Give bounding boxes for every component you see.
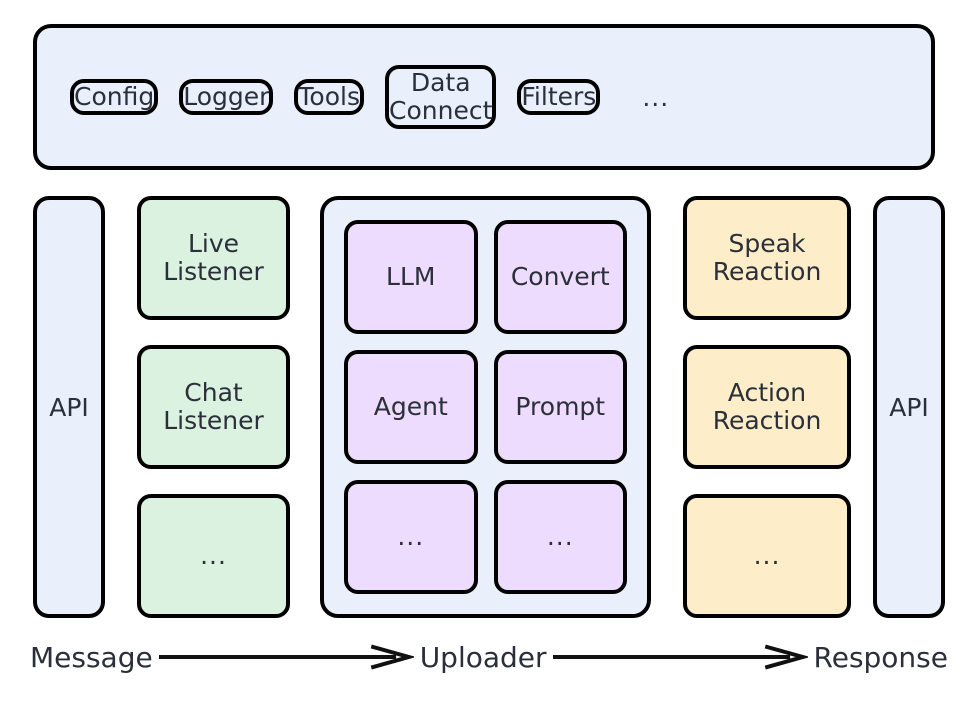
uploader-group: LLM Convert Agent Prompt ... ...: [320, 196, 651, 618]
reaction-label: ...: [753, 541, 781, 570]
flow-start-label: Message: [30, 640, 153, 674]
plugin-chip-label: Data Connect: [389, 68, 493, 125]
reaction-column: Speak Reaction Action Reaction ...: [683, 196, 851, 618]
plugin-chip-label: Tools: [298, 82, 360, 111]
uploader-label: Prompt: [515, 392, 606, 421]
reaction-label: Action Reaction: [712, 378, 822, 435]
api-inbound-label: API: [49, 392, 89, 422]
plugin-chip-tools[interactable]: Tools: [294, 79, 364, 115]
listener-label: ...: [200, 541, 227, 570]
arrow-right-icon: [553, 644, 808, 670]
uploader-llm[interactable]: LLM: [344, 220, 478, 334]
uploader-label: Convert: [510, 262, 610, 291]
plugin-chip-filters[interactable]: Filters: [517, 79, 601, 115]
uploader-label: ...: [397, 522, 425, 551]
plugin-chip-logger[interactable]: Logger: [179, 79, 274, 115]
plugin-bar-overflow-ellipsis: ...: [642, 82, 670, 112]
plugin-chip-config[interactable]: Config: [70, 79, 159, 115]
plugin-chip-data-connect[interactable]: Data Connect: [385, 65, 497, 129]
uploader-more-right[interactable]: ...: [493, 480, 627, 594]
uploader-prompt[interactable]: Prompt: [493, 350, 627, 464]
uploader-more-left[interactable]: ...: [344, 480, 478, 594]
listener-label: Live Listener: [163, 229, 264, 286]
plugin-chip-label: Logger: [183, 82, 270, 111]
flow-end-label: Response: [813, 640, 948, 674]
plugin-chip-label: Filters: [521, 82, 597, 111]
plugin-bar: Config Logger Tools Data Connect Filters …: [33, 24, 935, 170]
listener-more[interactable]: ...: [137, 494, 290, 618]
arrow-right-icon: [159, 644, 414, 670]
listener-chat[interactable]: Chat Listener: [137, 345, 290, 469]
architecture-diagram: Config Logger Tools Data Connect Filters …: [0, 0, 978, 710]
reaction-more[interactable]: ...: [683, 494, 851, 618]
reaction-label: Speak Reaction: [712, 229, 822, 286]
uploader-label: LLM: [386, 262, 436, 291]
api-outbound-label: API: [889, 392, 929, 422]
api-inbound-column[interactable]: API: [33, 196, 105, 618]
listener-live[interactable]: Live Listener: [137, 196, 290, 320]
reaction-speak[interactable]: Speak Reaction: [683, 196, 851, 320]
listener-label: Chat Listener: [163, 378, 264, 435]
listener-column: Live Listener Chat Listener ...: [137, 196, 290, 618]
uploader-label: Agent: [373, 392, 448, 421]
uploader-agent[interactable]: Agent: [344, 350, 478, 464]
api-outbound-column[interactable]: API: [873, 196, 945, 618]
flow-row: Message Uploader Response: [0, 628, 978, 686]
middle-band: API Live Listener Chat Listener ... LLM Co…: [0, 196, 978, 618]
reaction-action[interactable]: Action Reaction: [683, 345, 851, 469]
uploader-convert[interactable]: Convert: [493, 220, 627, 334]
plugin-chip-label: Config: [74, 82, 155, 111]
flow-middle-label: Uploader: [419, 640, 547, 674]
uploader-label: ...: [546, 522, 574, 551]
